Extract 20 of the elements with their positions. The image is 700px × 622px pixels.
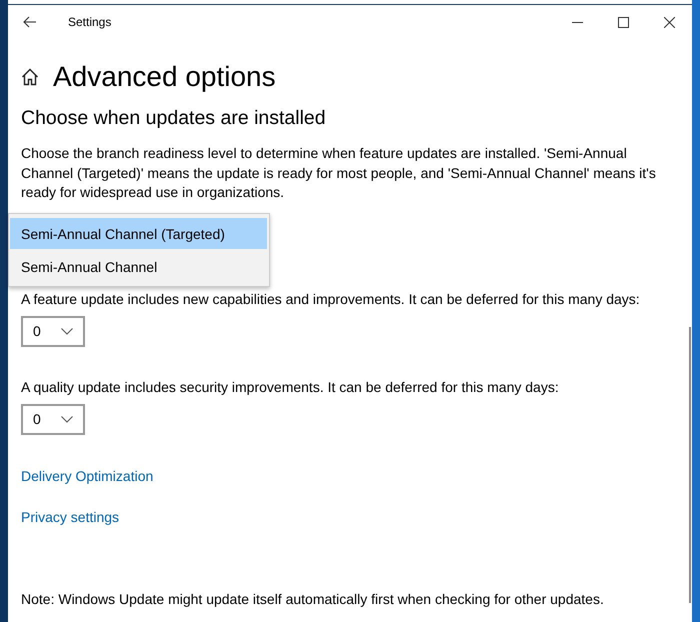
description-text: Choose the branch readiness level to determine when feature updates are installed. 'Semi-Annual Channel (Targeted)' means the update is ready for most people, and 'Semi-Annual Channel' means it's ready for widespread use in organizations. xyxy=(21,144,657,202)
maximize-icon[interactable] xyxy=(618,16,628,28)
scrollbar[interactable] xyxy=(689,327,691,603)
window-title: Settings xyxy=(68,15,112,29)
deferral-label: A quality update includes security improvements. It can be deferred for this many days: xyxy=(21,378,560,394)
settings-link[interactable]: Privacy settings xyxy=(21,508,120,524)
back-arrow-icon xyxy=(23,16,37,28)
chevron-down-icon xyxy=(61,328,73,334)
note-text: Note: Windows Update might update itself automatically first when checking for other updates. xyxy=(21,590,605,606)
dropdown-option[interactable]: Semi-Annual Channel xyxy=(10,251,267,282)
deferral-label: A feature update includes new capabilities and improvements. It can be deferred for this many days: xyxy=(21,290,641,306)
days-dropdown[interactable]: 0 xyxy=(21,404,85,434)
chevron-down-icon xyxy=(61,416,73,422)
home-icon[interactable] xyxy=(21,68,39,86)
days-dropdown[interactable]: 0 xyxy=(21,316,85,346)
settings-link[interactable]: Delivery Optimization xyxy=(21,468,154,484)
section-heading: Choose when updates are installed xyxy=(21,107,327,130)
close-icon[interactable] xyxy=(664,16,674,28)
dropdown-option[interactable]: Semi-Annual Channel (Targeted) xyxy=(10,218,267,249)
page-title: Advanced options xyxy=(53,61,276,93)
